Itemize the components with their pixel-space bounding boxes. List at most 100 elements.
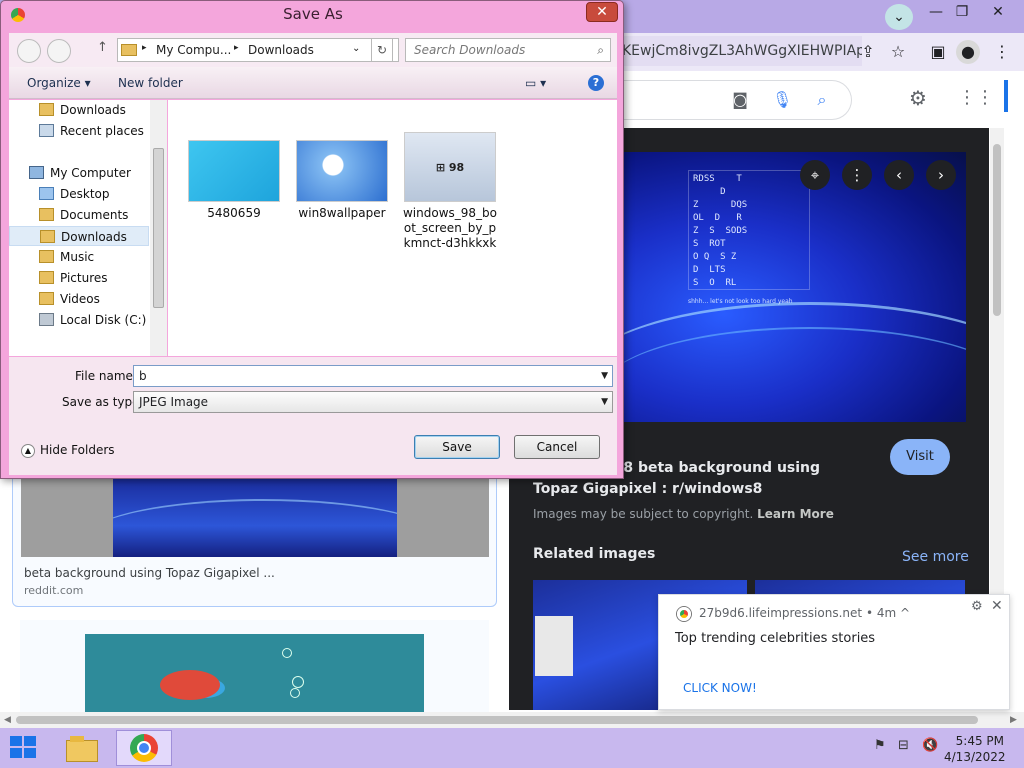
folder-icon [39, 103, 54, 116]
folder-icon [40, 230, 55, 243]
search-icon[interactable]: ⌕ [812, 90, 832, 110]
tree-item-local-disk[interactable]: Local Disk (C:) [9, 310, 149, 330]
computer-icon [29, 166, 44, 179]
learn-more-link[interactable]: Learn More [757, 507, 834, 521]
browser-menu-icon[interactable]: ⋮ [990, 40, 1014, 64]
minimize-icon[interactable]: — [922, 2, 950, 22]
hide-folders-toggle[interactable]: ▲ Hide Folders [21, 443, 115, 458]
related-images-heading: Related images [533, 546, 656, 562]
start-button[interactable] [10, 736, 38, 760]
chevron-down-icon[interactable]: ▼ [601, 366, 608, 386]
tab-search-chevron-icon[interactable]: ⌄ [885, 4, 913, 30]
preview-image[interactable]: RDSS T D Z DQS OL D R Z S SODS S ROT O Q… [620, 152, 966, 422]
new-folder-button[interactable]: New folder [118, 76, 183, 90]
breadcrumb-my-computer[interactable]: My Compu... [156, 43, 231, 57]
settings-gear-icon[interactable]: ⚙ [908, 88, 928, 108]
back-button[interactable] [17, 39, 41, 63]
flag-tray-icon[interactable]: ⚑ [874, 738, 886, 753]
address-bar[interactable]: KEwjCm8ivgZL3AhWGgXIEHWPIAp... [612, 36, 862, 66]
address-breadcrumb[interactable]: ▸ My Compu... ▸ Downloads ⌄ [117, 38, 399, 62]
next-image-icon[interactable]: › [926, 160, 956, 190]
system-clock[interactable]: 5:45 PM 4/13/2022 [944, 733, 1006, 765]
pictures-folder-icon [39, 271, 54, 284]
organize-menu[interactable]: Organize ▾ [27, 76, 91, 90]
result-caption[interactable]: beta background using Topaz Gigapixel ..… [24, 566, 275, 580]
file-thumbnail [296, 140, 388, 202]
side-panel-icon[interactable]: ▣ [926, 40, 950, 64]
result-card[interactable]: beta background using Topaz Gigapixel ..… [12, 470, 497, 607]
file-thumbnail: ⊞ 98 [404, 132, 496, 202]
save-type-select[interactable]: JPEG Image ▼ [133, 391, 613, 413]
search-icon: ⌕ [597, 43, 604, 57]
tree-item-my-computer[interactable]: My Computer [9, 163, 149, 183]
tree-item-desktop[interactable]: Desktop [9, 184, 149, 204]
notification-settings-icon[interactable]: ⚙ [971, 599, 983, 614]
file-list: 5480659 win8wallpaper ⊞ 98 windows_98_bo… [168, 100, 617, 356]
more-options-icon[interactable]: ⋮ [842, 160, 872, 190]
save-as-dialog: Save As ✕ ↑ ▸ My Compu... ▸ Downloads ⌄ … [0, 0, 624, 479]
apps-grid-icon[interactable]: ⋮⋮ [958, 88, 994, 108]
visit-button[interactable]: Visit [890, 439, 950, 475]
bookmark-star-icon[interactable]: ☆ [886, 40, 910, 64]
crossword-grid: RDSS T D Z DQS OL D R Z S SODS S ROT O Q… [688, 170, 810, 290]
save-button[interactable]: Save [414, 435, 500, 459]
cancel-button[interactable]: Cancel [514, 435, 600, 459]
profile-avatar-icon[interactable]: ● [956, 40, 980, 64]
volume-muted-icon[interactable]: 🔇 [922, 738, 938, 753]
result-card-2[interactable] [20, 620, 489, 712]
videos-folder-icon [39, 292, 54, 305]
navigation-bar: ↑ ▸ My Compu... ▸ Downloads ⌄ ↻ Search D… [9, 33, 617, 67]
voice-search-icon[interactable]: 🎙 [772, 90, 792, 110]
recent-places-icon [39, 124, 54, 137]
up-arrow-icon[interactable]: ↑ [97, 40, 108, 55]
breadcrumb-downloads[interactable]: Downloads [248, 43, 314, 57]
help-icon[interactable]: ? [588, 75, 604, 91]
folder-icon [121, 44, 137, 56]
hero-caption: shhh... let's not look too hard yeah [688, 298, 793, 305]
file-item[interactable]: ⊞ 98 windows_98_boot_screen_by_pkmnct-d3… [402, 132, 498, 251]
result-thumbnail[interactable] [21, 479, 489, 557]
search-downloads-input[interactable]: Search Downloads ⌕ [405, 38, 611, 62]
restore-icon[interactable]: ❐ [948, 2, 976, 22]
notification-origin: 27b9d6.lifeimpressions.net • 4m ^ [699, 606, 911, 620]
notification-cta[interactable]: CLICK NOW! [683, 681, 757, 695]
dialog-title: Save As [283, 5, 343, 23]
camera-search-icon[interactable]: ◙ [730, 90, 750, 110]
refresh-button[interactable]: ↻ [371, 38, 393, 62]
tree-item-documents[interactable]: Documents [9, 205, 149, 225]
forward-button[interactable] [47, 39, 71, 63]
scroll-left-icon[interactable]: ◀ [4, 712, 11, 728]
share-icon[interactable]: ⇪ [856, 40, 880, 64]
chevron-down-icon[interactable]: ▼ [601, 392, 608, 412]
notification-close-icon[interactable]: ✕ [991, 598, 1003, 614]
file-thumbnail [188, 140, 280, 202]
page-horizontal-scrollbar[interactable]: ◀ ▶ [0, 712, 1024, 728]
tree-item-recent-places[interactable]: Recent places [9, 121, 149, 141]
file-item[interactable]: 5480659 [186, 140, 282, 221]
tree-scrollbar[interactable] [150, 100, 167, 356]
result-thumbnail-2[interactable] [85, 634, 424, 712]
command-bar: Organize ▾ New folder ▭ ▾ ? [9, 67, 617, 99]
network-tray-icon[interactable]: ⊟ [898, 738, 909, 753]
lens-search-icon[interactable]: ⌖ [800, 160, 830, 190]
disk-icon [39, 313, 54, 326]
tree-item-downloads[interactable]: Downloads [9, 226, 149, 246]
close-window-icon[interactable]: ✕ [984, 2, 1012, 22]
file-name-input[interactable]: b ▼ [133, 365, 613, 387]
dialog-close-button[interactable]: ✕ [586, 2, 618, 22]
see-more-link[interactable]: See more [902, 549, 969, 565]
previous-image-icon[interactable]: ‹ [884, 160, 914, 190]
file-item[interactable]: win8wallpaper [294, 140, 390, 221]
taskbar: ⚑ ⊟ 🔇 5:45 PM 4/13/2022 [0, 728, 1024, 768]
copyright-notice: Images may be subject to copyright. Lear… [533, 507, 834, 521]
tree-item-pictures[interactable]: Pictures [9, 268, 149, 288]
tree-item-videos[interactable]: Videos [9, 289, 149, 309]
push-notification[interactable]: 27b9d6.lifeimpressions.net • 4m ^ ⚙ ✕ To… [658, 594, 1010, 710]
file-explorer-icon[interactable] [64, 734, 100, 762]
chevron-down-icon[interactable]: ⌄ [352, 43, 360, 54]
tree-item-music[interactable]: Music [9, 247, 149, 267]
view-options-icon[interactable]: ▭ ▾ [525, 76, 546, 90]
tree-item-downloads-fav[interactable]: Downloads [9, 100, 149, 120]
scroll-right-icon[interactable]: ▶ [1010, 712, 1017, 728]
chrome-taskbar-icon[interactable] [116, 730, 172, 766]
